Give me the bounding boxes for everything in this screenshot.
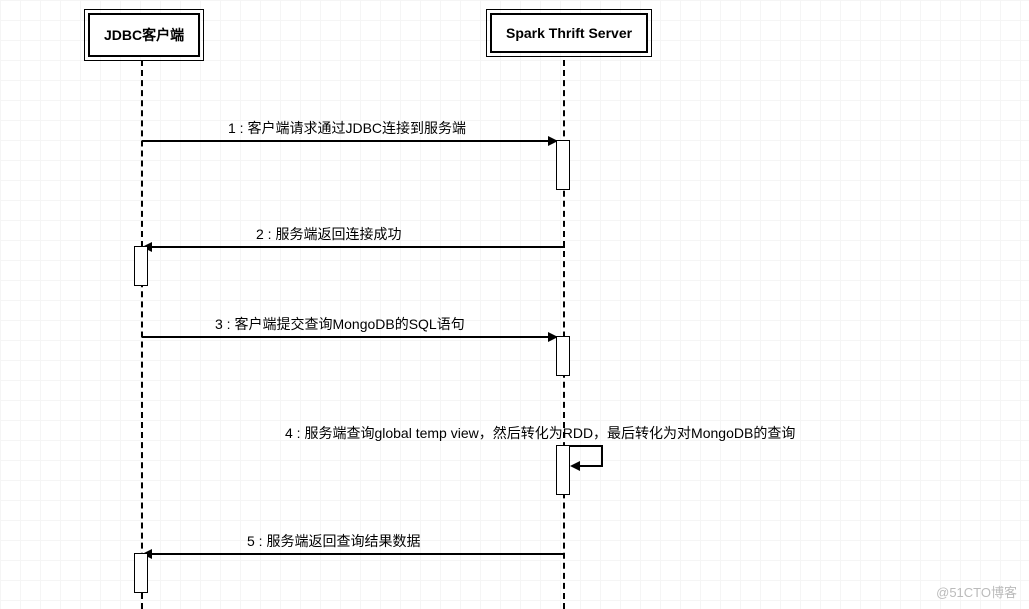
message-arrow-5 (150, 553, 565, 555)
message-arrow-3 (142, 336, 552, 338)
activation-client-2 (134, 246, 148, 286)
message-label-1: 1 : 客户端请求通过JDBC连接到服务端 (228, 118, 466, 138)
watermark: @51CTO博客 (936, 582, 1017, 601)
activation-server-1 (556, 140, 570, 190)
participant-client: JDBC客户端 (88, 13, 200, 57)
message-label-2: 2 : 服务端返回连接成功 (256, 224, 401, 244)
message-arrow-2 (150, 246, 565, 248)
self-call-bottom-4 (577, 465, 603, 467)
message-label-5: 5 : 服务端返回查询结果数据 (247, 531, 420, 551)
message-label-4: 4 : 服务端查询global temp view，然后转化为RDD，最后转化为… (285, 423, 795, 443)
activation-server-3 (556, 336, 570, 376)
activation-client-5 (134, 553, 148, 593)
participant-label: JDBC客户端 (104, 27, 184, 43)
participant-label: Spark Thrift Server (506, 25, 632, 41)
lifeline-client (141, 60, 143, 609)
activation-server-4 (556, 445, 570, 495)
message-label-3: 3 : 客户端提交查询MongoDB的SQL语句 (215, 314, 465, 334)
self-call-side-4 (601, 445, 603, 465)
arrow-head-4 (570, 461, 580, 471)
message-arrow-1 (142, 140, 552, 142)
participant-server: Spark Thrift Server (490, 13, 648, 53)
